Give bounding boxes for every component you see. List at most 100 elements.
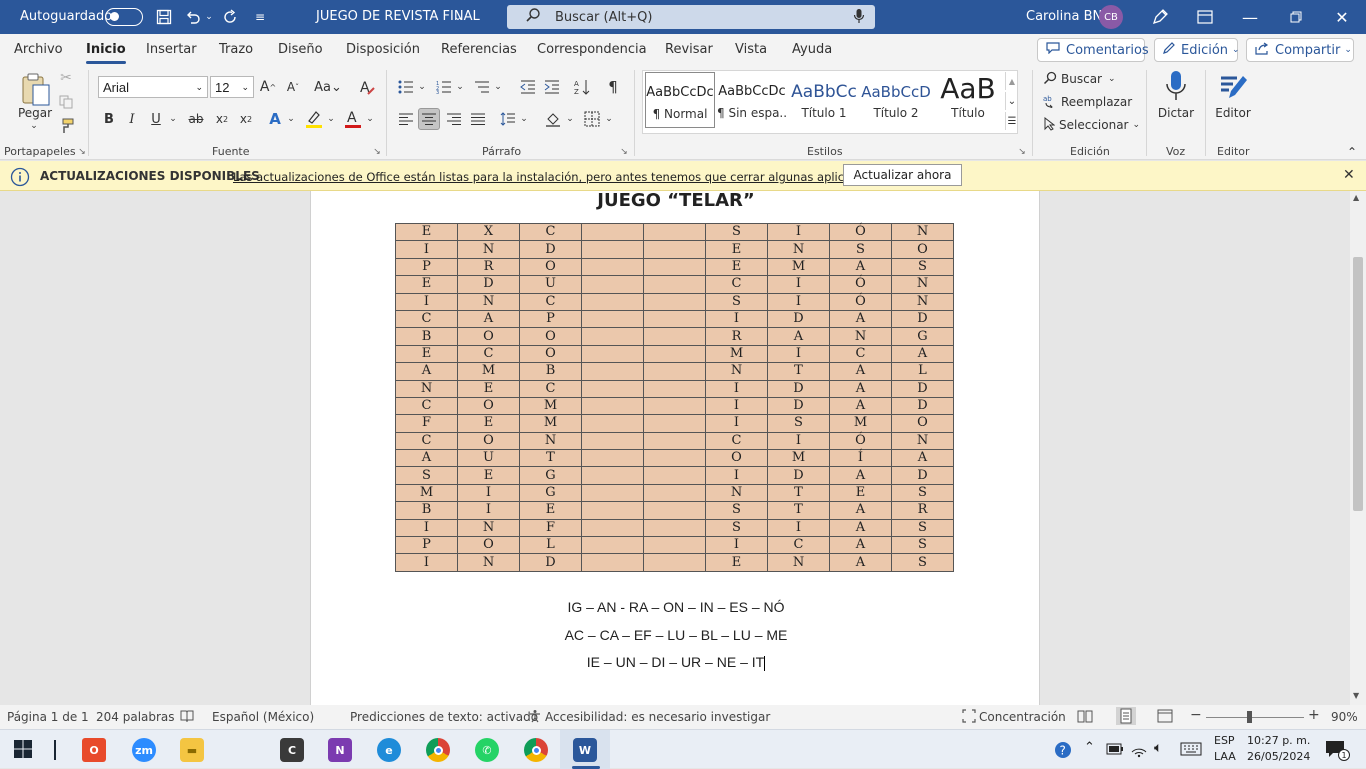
justify-icon[interactable] bbox=[468, 110, 488, 128]
table-cell[interactable] bbox=[643, 309, 706, 329]
table-cell[interactable]: M bbox=[767, 449, 830, 468]
save-icon[interactable] bbox=[155, 8, 173, 26]
table-cell[interactable]: E bbox=[395, 222, 458, 242]
table-cell[interactable]: M bbox=[829, 414, 892, 433]
table-cell[interactable]: S bbox=[705, 518, 768, 538]
table-cell[interactable]: C bbox=[767, 536, 830, 555]
table-cell[interactable]: I bbox=[767, 292, 830, 311]
table-cell[interactable]: B bbox=[395, 501, 458, 520]
table-cell[interactable]: P bbox=[395, 257, 458, 277]
table-cell[interactable]: E bbox=[829, 483, 892, 503]
tab-revisar[interactable]: Revisar bbox=[665, 42, 713, 57]
table-cell[interactable] bbox=[643, 536, 706, 555]
table-cell[interactable]: I bbox=[395, 240, 458, 259]
table-cell[interactable] bbox=[643, 396, 706, 416]
table-cell[interactable]: N bbox=[457, 240, 520, 259]
chrome-browser-icon[interactable] bbox=[426, 738, 450, 762]
table-cell[interactable]: G bbox=[519, 466, 582, 485]
clear-formatting-icon[interactable]: A bbox=[356, 78, 378, 96]
table-cell[interactable]: I bbox=[767, 275, 830, 294]
cut-icon[interactable]: ✂ bbox=[58, 70, 74, 86]
numbering-icon[interactable]: 123 bbox=[434, 78, 454, 96]
focus-mode-label[interactable]: Concentración bbox=[979, 710, 1066, 724]
grow-font-icon[interactable]: A ^ bbox=[258, 78, 278, 96]
table-cell[interactable]: I bbox=[767, 344, 830, 364]
table-cell[interactable] bbox=[643, 501, 706, 520]
table-cell[interactable]: N bbox=[829, 327, 892, 346]
table-cell[interactable]: I bbox=[767, 222, 830, 242]
clock-time[interactable]: 10:27 p. m. bbox=[1247, 734, 1310, 747]
font-color-icon[interactable]: A bbox=[342, 108, 364, 130]
page-count[interactable]: Página 1 de 1 bbox=[7, 710, 89, 724]
shading-icon[interactable] bbox=[543, 110, 563, 128]
user-name[interactable]: Carolina BN bbox=[1026, 9, 1102, 24]
minimize-icon[interactable]: — bbox=[1242, 8, 1258, 27]
table-cell[interactable]: S bbox=[705, 501, 768, 520]
table-cell[interactable]: C bbox=[457, 344, 520, 364]
table-cell[interactable] bbox=[643, 553, 706, 572]
table-cell[interactable]: P bbox=[395, 536, 458, 555]
table-cell[interactable]: D bbox=[519, 240, 582, 259]
highlight-icon[interactable] bbox=[303, 108, 325, 130]
accessibility-icon[interactable] bbox=[528, 709, 542, 726]
text-effects-icon[interactable]: A bbox=[264, 110, 286, 128]
table-cell[interactable] bbox=[643, 379, 706, 398]
table-cell[interactable]: N bbox=[891, 222, 954, 242]
table-cell[interactable]: S bbox=[705, 292, 768, 311]
table-cell[interactable]: L bbox=[891, 362, 954, 381]
table-cell[interactable]: C bbox=[519, 379, 582, 398]
table-cell[interactable] bbox=[643, 257, 706, 277]
align-center-icon[interactable] bbox=[418, 108, 440, 130]
table-cell[interactable]: O bbox=[457, 536, 520, 555]
table-cell[interactable]: G bbox=[891, 327, 954, 346]
replace-button[interactable]: ab Reemplazar bbox=[1043, 93, 1132, 111]
table-cell[interactable]: N bbox=[891, 275, 954, 294]
chrome-profile-icon[interactable] bbox=[524, 738, 548, 762]
table-cell[interactable]: I bbox=[705, 396, 768, 416]
volume-icon[interactable]: 🔈︎ bbox=[1154, 740, 1162, 756]
table-cell[interactable]: T bbox=[767, 501, 830, 520]
word-count[interactable]: 204 palabras bbox=[96, 710, 175, 724]
table-cell[interactable]: N bbox=[457, 292, 520, 311]
table-cell[interactable]: N bbox=[519, 431, 582, 451]
table-cell[interactable]: O bbox=[891, 240, 954, 259]
close-icon[interactable]: ✕ bbox=[1334, 8, 1350, 27]
table-cell[interactable] bbox=[581, 257, 644, 277]
table-cell[interactable] bbox=[581, 449, 644, 468]
table-cell[interactable] bbox=[581, 292, 644, 311]
table-cell[interactable]: D bbox=[767, 309, 830, 329]
dialog-launcher-icon[interactable]: ↘ bbox=[78, 147, 86, 157]
tab-inicio[interactable]: Inicio bbox=[86, 42, 126, 64]
font-name-select[interactable]: Arial ⌄ bbox=[98, 76, 208, 98]
table-cell[interactable]: U bbox=[457, 449, 520, 468]
table-cell[interactable]: M bbox=[705, 344, 768, 364]
table-cell[interactable]: I bbox=[395, 553, 458, 572]
table-cell[interactable]: S bbox=[395, 466, 458, 485]
table-cell[interactable]: C bbox=[519, 292, 582, 311]
focus-icon[interactable] bbox=[962, 709, 976, 726]
style-heading-1[interactable]: AaBbCc Título 1 bbox=[789, 72, 859, 128]
increase-indent-icon[interactable] bbox=[542, 78, 562, 96]
table-cell[interactable]: S bbox=[891, 257, 954, 277]
subscript-icon[interactable]: x2 bbox=[212, 110, 232, 128]
show-formatting-marks-icon[interactable]: ¶ bbox=[604, 78, 622, 96]
sort-icon[interactable]: AZ bbox=[572, 78, 592, 96]
table-cell[interactable]: T bbox=[519, 449, 582, 468]
table-cell[interactable] bbox=[643, 275, 706, 294]
superscript-icon[interactable]: x2 bbox=[236, 110, 256, 128]
table-cell[interactable]: U bbox=[519, 275, 582, 294]
table-cell[interactable]: M bbox=[457, 362, 520, 381]
table-cell[interactable]: D bbox=[891, 309, 954, 329]
clock-date[interactable]: 26/05/2024 bbox=[1247, 750, 1310, 763]
table-cell[interactable]: N bbox=[705, 362, 768, 381]
proofing-icon[interactable] bbox=[180, 709, 194, 726]
restore-icon[interactable] bbox=[1288, 8, 1304, 26]
table-cell[interactable]: S bbox=[891, 483, 954, 503]
onenote-app-icon[interactable]: N bbox=[328, 738, 352, 762]
table-cell[interactable]: D bbox=[891, 466, 954, 485]
table-cell[interactable] bbox=[643, 518, 706, 538]
underline-dropdown-icon[interactable]: ⌄ bbox=[168, 110, 178, 128]
chevron-down-icon[interactable]: ⌄ bbox=[286, 110, 296, 128]
customize-toolbar-icon[interactable]: ≡ bbox=[254, 8, 266, 26]
table-cell[interactable]: N bbox=[767, 553, 830, 572]
